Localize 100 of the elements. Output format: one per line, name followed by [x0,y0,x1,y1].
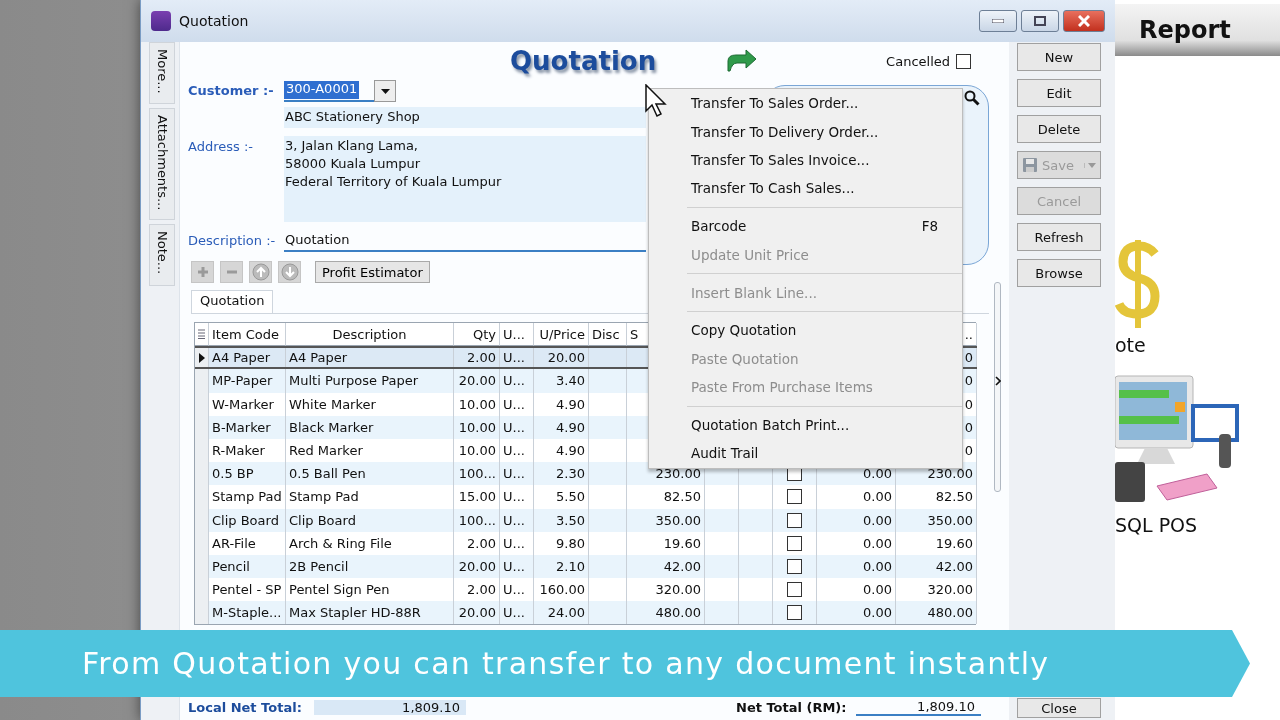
minimize-icon [992,19,1004,23]
table-cell: 19.60 [896,531,977,555]
table-cell: W-Marker [209,392,286,416]
scrollbar-thumb[interactable] [994,282,1001,492]
table-cell: 2.00 [454,531,500,555]
report-header: Report [1115,4,1280,56]
cancelled-label: Cancelled [886,53,950,69]
description-field[interactable]: Quotation [284,230,646,252]
net-total-label: Net Total (RM): [736,699,848,715]
table-cell: M-Staple... [209,601,286,625]
table-cell: U... [500,415,534,439]
action-button[interactable]: Delete [1017,115,1101,143]
menu-item[interactable]: Transfer To Sales Invoice... [649,145,962,175]
table-cell: 3.40 [534,369,589,393]
table-cell: 5.50 [534,485,589,509]
action-button[interactable]: Browse [1017,259,1101,287]
close-button[interactable] [1063,10,1105,32]
chevron-right-icon [995,376,1001,386]
table-cell: 350.00 [627,508,705,532]
customer-label: Customer :- [188,82,275,100]
table-row[interactable]: Clip Board Clip Board 100... U... 3.50 350.00 0.00 350.00 [195,508,977,532]
column-header[interactable]: Disc [589,323,627,347]
table-cell: 350.00 [896,508,977,532]
table-cell: 4.90 [534,415,589,439]
address-line: 3, Jalan Klang Lama, [285,138,419,153]
menu-item[interactable]: Transfer To Delivery Order... [649,117,962,146]
row-header [195,369,209,393]
close-window-button[interactable]: Close [1017,698,1101,718]
arrow-down-icon [280,263,299,281]
table-row[interactable]: Pentel - SP Pentel Sign Pen 2.00 U... 160.00 320.00 0.00 320.00 [195,578,977,602]
menu-item[interactable]: Barcode F8 [649,212,962,241]
menu-item[interactable]: Copy Quotation [649,316,962,345]
table-cell: 2.00 [454,348,500,368]
table-cell: Multi Purpose Paper [286,369,454,393]
row-checkbox[interactable] [787,605,802,621]
table-row[interactable]: M-Staple... Max Stapler HD-88R 20.00 U... 24.00 480.00 0.00 480.00 [195,601,977,625]
row-checkbox[interactable] [787,582,802,598]
table-cell: 82.50 [896,485,977,509]
table-cell: A4 Paper [286,348,454,368]
table-cell: Clip Board [209,508,286,532]
description-label: Description :- [188,232,277,250]
close-icon [1078,15,1090,27]
table-cell: B-Marker [209,415,286,439]
table-cell: 0.00 [817,531,896,555]
arrow-up-icon [251,263,270,281]
column-header[interactable]: U... [500,323,534,347]
table-cell: 480.00 [896,601,977,625]
action-button[interactable]: Refresh [1017,223,1101,251]
row-checkbox[interactable] [787,512,802,528]
forward-arrow-icon[interactable] [726,49,759,73]
table-cell: AR-File [209,531,286,555]
column-header[interactable]: Description [286,323,454,347]
column-header[interactable]: Qty [454,323,500,347]
table-cell: 82.50 [627,485,705,509]
action-button[interactable]: New [1017,43,1101,71]
row-checkbox[interactable] [787,535,802,551]
profit-estimator-button[interactable]: Profit Estimator [315,261,430,283]
side-tab[interactable]: Note... [149,224,175,286]
row-checkbox[interactable] [787,489,802,505]
table-cell: 10.00 [454,415,500,439]
form-title: Quotation [510,46,657,76]
minimize-button[interactable] [979,10,1017,32]
table-cell: 0.00 [817,601,896,625]
table-cell: 15.00 [454,485,500,509]
table-cell: 0.00 [817,508,896,532]
table-cell: MP-Paper [209,369,286,393]
address-label: Address :- [188,138,254,156]
menu-item[interactable]: Transfer To Cash Sales... [649,174,962,203]
dropdown-button[interactable] [374,80,396,102]
module-label: ote [1115,334,1147,356]
table-cell: White Marker [286,392,454,416]
side-tab[interactable]: Attachments... [149,108,175,220]
table-cell: 4.90 [534,392,589,416]
search-icon [964,90,980,106]
table-cell: Arch & Ring File [286,531,454,555]
table-row[interactable]: Stamp Pad Stamp Pad 15.00 U... 5.50 82.50 0.00 82.50 [195,485,977,509]
app-icon [151,11,171,31]
address-line: 58000 Kuala Lumpur [285,156,422,171]
address-field[interactable]: 3, Jalan Klang Lama, 58000 Kuala Lumpur Federal Territory of Kuala Lumpur [284,136,646,222]
table-cell: U... [500,485,534,509]
customer-name-field[interactable]: ABC Stationery Shop [284,107,646,128]
row-pointer-icon [198,352,205,363]
table-cell: 24.00 [534,601,589,625]
column-header[interactable]: U/Price [534,323,589,347]
module-label: SQL POS [1115,514,1199,536]
row-checkbox[interactable] [787,558,802,574]
table-cell: U... [500,508,534,532]
table-row[interactable]: Pencil 2B Pencil 20.00 U... 2.10 42.00 0.00 42.00 [195,554,977,579]
caret-down-icon [1088,162,1096,168]
side-tab[interactable]: More... [149,42,175,104]
table-row[interactable]: AR-File Arch & Ring File 2.00 U... 9.80 19.60 0.00 19.60 [195,531,977,555]
cancelled-checkbox[interactable] [956,53,971,69]
table-cell: 480.00 [627,601,705,625]
table-cell: A4 Paper [209,348,286,368]
column-header[interactable]: Item Code [209,323,286,347]
restore-icon [1034,16,1046,26]
tab[interactable]: Quotation [191,290,274,313]
table-cell: U... [500,601,534,625]
maximize-button[interactable] [1021,10,1059,32]
action-button[interactable]: Edit [1017,79,1101,107]
